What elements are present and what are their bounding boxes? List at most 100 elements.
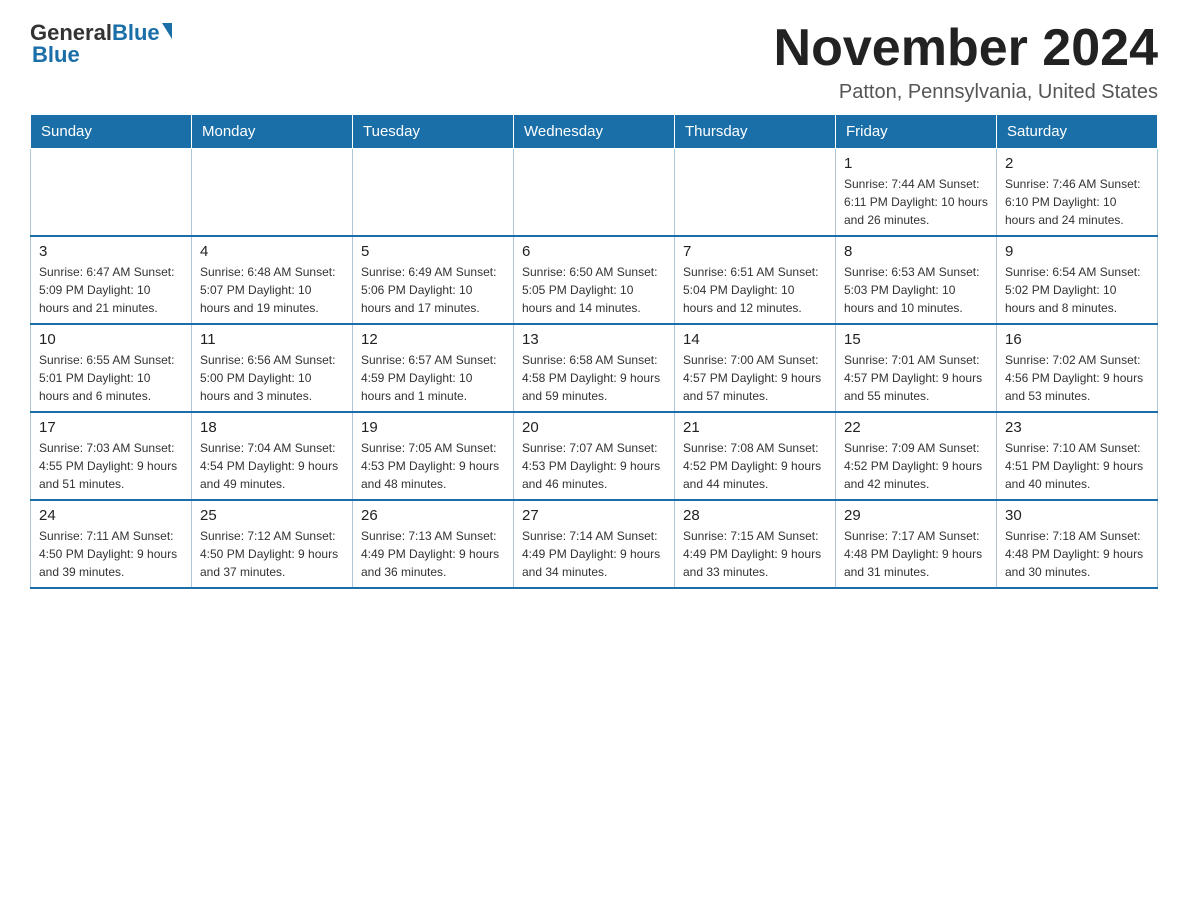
day-number: 3 bbox=[39, 243, 183, 260]
day-info: Sunrise: 7:12 AM Sunset: 4:50 PM Dayligh… bbox=[200, 527, 344, 581]
day-info: Sunrise: 7:11 AM Sunset: 4:50 PM Dayligh… bbox=[39, 527, 183, 581]
day-number: 6 bbox=[522, 243, 666, 260]
day-info: Sunrise: 7:14 AM Sunset: 4:49 PM Dayligh… bbox=[522, 527, 666, 581]
calendar-cell: 29 Sunrise: 7:17 AM Sunset: 4:48 PM Dayli… bbox=[836, 500, 997, 588]
calendar-cell: 11Sunrise: 6:56 AM Sunset: 5:00 PM Dayli… bbox=[192, 324, 353, 412]
title-block: November 2024 Patton, Pennsylvania, Unit… bbox=[774, 20, 1158, 104]
logo: General Blue Blue bbox=[30, 20, 172, 68]
calendar-cell: 25Sunrise: 7:12 AM Sunset: 4:50 PM Dayli… bbox=[192, 500, 353, 588]
day-info: Sunrise: 7:00 AM Sunset: 4:57 PM Dayligh… bbox=[683, 351, 827, 405]
day-info: Sunrise: 6:47 AM Sunset: 5:09 PM Dayligh… bbox=[39, 263, 183, 317]
calendar-cell bbox=[353, 149, 514, 237]
day-info: Sunrise: 6:50 AM Sunset: 5:05 PM Dayligh… bbox=[522, 263, 666, 317]
page-header: General Blue Blue November 2024 Patton, … bbox=[30, 20, 1158, 104]
day-info: Sunrise: 7:18 AM Sunset: 4:48 PM Dayligh… bbox=[1005, 527, 1149, 581]
day-number: 9 bbox=[1005, 243, 1149, 260]
weekday-header-saturday: Saturday bbox=[997, 115, 1158, 149]
calendar-cell bbox=[192, 149, 353, 237]
calendar-cell: 22 Sunrise: 7:09 AM Sunset: 4:52 PM Dayli… bbox=[836, 412, 997, 500]
weekday-header-monday: Monday bbox=[192, 115, 353, 149]
day-number: 10 bbox=[39, 331, 183, 348]
day-number: 16 bbox=[1005, 331, 1149, 348]
calendar-week-5: 24Sunrise: 7:11 AM Sunset: 4:50 PM Dayli… bbox=[31, 500, 1158, 588]
weekday-header-friday: Friday bbox=[836, 115, 997, 149]
day-info: Sunrise: 7:46 AM Sunset: 6:10 PM Dayligh… bbox=[1005, 175, 1149, 229]
day-number: 28 bbox=[683, 507, 827, 524]
day-number: 29 bbox=[844, 507, 988, 524]
calendar-cell: 9Sunrise: 6:54 AM Sunset: 5:02 PM Daylig… bbox=[997, 236, 1158, 324]
day-info: Sunrise: 7:04 AM Sunset: 4:54 PM Dayligh… bbox=[200, 439, 344, 493]
day-info: Sunrise: 7:01 AM Sunset: 4:57 PM Dayligh… bbox=[844, 351, 988, 405]
calendar-cell: 24Sunrise: 7:11 AM Sunset: 4:50 PM Dayli… bbox=[31, 500, 192, 588]
logo-blue-text: Blue bbox=[112, 20, 160, 46]
day-info: Sunrise: 7:05 AM Sunset: 4:53 PM Dayligh… bbox=[361, 439, 505, 493]
weekday-header-row: SundayMondayTuesdayWednesdayThursdayFrid… bbox=[31, 115, 1158, 149]
calendar-cell: 6 Sunrise: 6:50 AM Sunset: 5:05 PM Daylig… bbox=[514, 236, 675, 324]
calendar-cell: 2 Sunrise: 7:46 AM Sunset: 6:10 PM Daylig… bbox=[997, 149, 1158, 237]
calendar-cell bbox=[675, 149, 836, 237]
day-info: Sunrise: 7:17 AM Sunset: 4:48 PM Dayligh… bbox=[844, 527, 988, 581]
day-info: Sunrise: 7:13 AM Sunset: 4:49 PM Dayligh… bbox=[361, 527, 505, 581]
calendar-week-4: 17Sunrise: 7:03 AM Sunset: 4:55 PM Dayli… bbox=[31, 412, 1158, 500]
day-info: Sunrise: 7:03 AM Sunset: 4:55 PM Dayligh… bbox=[39, 439, 183, 493]
day-number: 22 bbox=[844, 419, 988, 436]
calendar-cell: 21 Sunrise: 7:08 AM Sunset: 4:52 PM Dayli… bbox=[675, 412, 836, 500]
day-info: Sunrise: 6:58 AM Sunset: 4:58 PM Dayligh… bbox=[522, 351, 666, 405]
day-number: 15 bbox=[844, 331, 988, 348]
day-number: 4 bbox=[200, 243, 344, 260]
calendar-cell: 20 Sunrise: 7:07 AM Sunset: 4:53 PM Dayli… bbox=[514, 412, 675, 500]
day-info: Sunrise: 7:09 AM Sunset: 4:52 PM Dayligh… bbox=[844, 439, 988, 493]
day-number: 20 bbox=[522, 419, 666, 436]
weekday-header-tuesday: Tuesday bbox=[353, 115, 514, 149]
day-info: Sunrise: 7:10 AM Sunset: 4:51 PM Dayligh… bbox=[1005, 439, 1149, 493]
day-number: 7 bbox=[683, 243, 827, 260]
calendar-cell bbox=[514, 149, 675, 237]
day-number: 19 bbox=[361, 419, 505, 436]
day-number: 18 bbox=[200, 419, 344, 436]
calendar-cell: 4 Sunrise: 6:48 AM Sunset: 5:07 PM Daylig… bbox=[192, 236, 353, 324]
day-number: 2 bbox=[1005, 155, 1149, 172]
calendar-cell: 8 Sunrise: 6:53 AM Sunset: 5:03 PM Daylig… bbox=[836, 236, 997, 324]
day-info: Sunrise: 7:44 AM Sunset: 6:11 PM Dayligh… bbox=[844, 175, 988, 229]
calendar-cell: 12Sunrise: 6:57 AM Sunset: 4:59 PM Dayli… bbox=[353, 324, 514, 412]
day-number: 21 bbox=[683, 419, 827, 436]
calendar-cell: 13Sunrise: 6:58 AM Sunset: 4:58 PM Dayli… bbox=[514, 324, 675, 412]
calendar-cell: 16Sunrise: 7:02 AM Sunset: 4:56 PM Dayli… bbox=[997, 324, 1158, 412]
calendar-cell: 10 Sunrise: 6:55 AM Sunset: 5:01 PM Dayli… bbox=[31, 324, 192, 412]
day-info: Sunrise: 7:08 AM Sunset: 4:52 PM Dayligh… bbox=[683, 439, 827, 493]
day-info: Sunrise: 6:51 AM Sunset: 5:04 PM Dayligh… bbox=[683, 263, 827, 317]
day-info: Sunrise: 7:07 AM Sunset: 4:53 PM Dayligh… bbox=[522, 439, 666, 493]
calendar-week-2: 3 Sunrise: 6:47 AM Sunset: 5:09 PM Daylig… bbox=[31, 236, 1158, 324]
day-info: Sunrise: 7:15 AM Sunset: 4:49 PM Dayligh… bbox=[683, 527, 827, 581]
logo-triangle-icon bbox=[162, 23, 172, 39]
calendar-week-3: 10 Sunrise: 6:55 AM Sunset: 5:01 PM Dayli… bbox=[31, 324, 1158, 412]
calendar-cell: 5Sunrise: 6:49 AM Sunset: 5:06 PM Daylig… bbox=[353, 236, 514, 324]
calendar-cell bbox=[31, 149, 192, 237]
calendar-cell: 30 Sunrise: 7:18 AM Sunset: 4:48 PM Dayli… bbox=[997, 500, 1158, 588]
day-number: 12 bbox=[361, 331, 505, 348]
day-info: Sunrise: 6:55 AM Sunset: 5:01 PM Dayligh… bbox=[39, 351, 183, 405]
day-number: 23 bbox=[1005, 419, 1149, 436]
day-number: 26 bbox=[361, 507, 505, 524]
day-number: 14 bbox=[683, 331, 827, 348]
day-number: 1 bbox=[844, 155, 988, 172]
calendar-cell: 17Sunrise: 7:03 AM Sunset: 4:55 PM Dayli… bbox=[31, 412, 192, 500]
day-info: Sunrise: 6:53 AM Sunset: 5:03 PM Dayligh… bbox=[844, 263, 988, 317]
weekday-header-sunday: Sunday bbox=[31, 115, 192, 149]
calendar-cell: 3 Sunrise: 6:47 AM Sunset: 5:09 PM Daylig… bbox=[31, 236, 192, 324]
calendar-cell: 28 Sunrise: 7:15 AM Sunset: 4:49 PM Dayli… bbox=[675, 500, 836, 588]
calendar-cell: 19 Sunrise: 7:05 AM Sunset: 4:53 PM Dayli… bbox=[353, 412, 514, 500]
calendar-cell: 26 Sunrise: 7:13 AM Sunset: 4:49 PM Dayli… bbox=[353, 500, 514, 588]
calendar-table: SundayMondayTuesdayWednesdayThursdayFrid… bbox=[30, 114, 1158, 589]
calendar-cell: 1 Sunrise: 7:44 AM Sunset: 6:11 PM Daylig… bbox=[836, 149, 997, 237]
day-info: Sunrise: 6:49 AM Sunset: 5:06 PM Dayligh… bbox=[361, 263, 505, 317]
weekday-header-wednesday: Wednesday bbox=[514, 115, 675, 149]
month-title: November 2024 bbox=[774, 20, 1158, 77]
calendar-cell: 7 Sunrise: 6:51 AM Sunset: 5:04 PM Daylig… bbox=[675, 236, 836, 324]
day-number: 8 bbox=[844, 243, 988, 260]
calendar-cell: 14 Sunrise: 7:00 AM Sunset: 4:57 PM Dayli… bbox=[675, 324, 836, 412]
day-info: Sunrise: 6:48 AM Sunset: 5:07 PM Dayligh… bbox=[200, 263, 344, 317]
location-title: Patton, Pennsylvania, United States bbox=[774, 81, 1158, 104]
day-number: 30 bbox=[1005, 507, 1149, 524]
calendar-cell: 18 Sunrise: 7:04 AM Sunset: 4:54 PM Dayli… bbox=[192, 412, 353, 500]
